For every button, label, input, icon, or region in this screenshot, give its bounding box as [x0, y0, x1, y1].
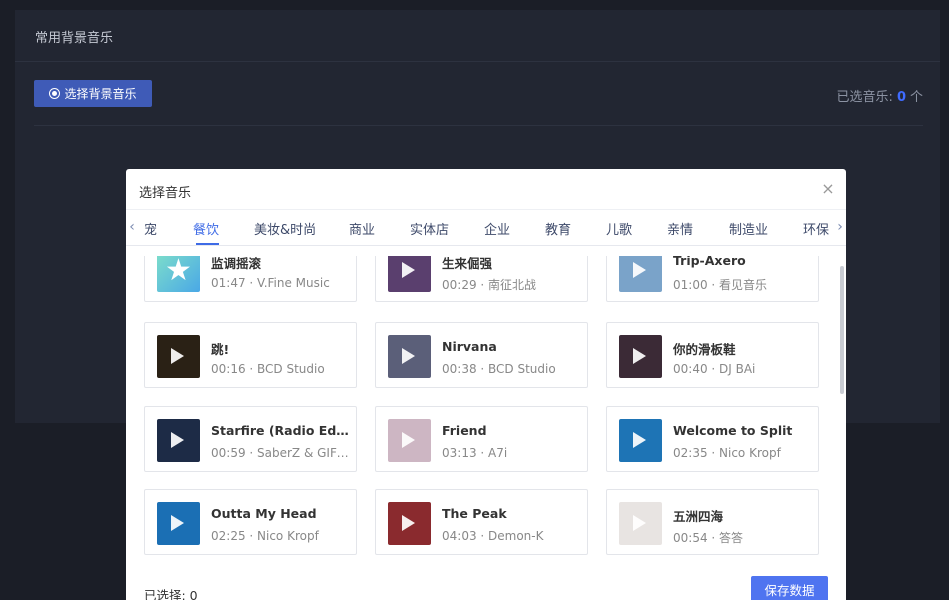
- tab-category[interactable]: 实体店: [410, 219, 449, 238]
- tab-category[interactable]: 儿歌: [606, 219, 632, 238]
- dialog-title: 选择音乐: [139, 186, 192, 201]
- music-title: 你的滑板鞋: [673, 342, 736, 357]
- music-title: 五洲四海: [673, 509, 724, 524]
- selected-music-number: 0: [896, 90, 906, 105]
- music-card[interactable]: The Peak 04:03 · Demon-K: [375, 489, 588, 555]
- tab-category[interactable]: 企业: [484, 219, 510, 238]
- album-cover[interactable]: [157, 502, 200, 545]
- tab-category-active[interactable]: 餐饮: [193, 219, 219, 238]
- selected-music-label: 已选音乐:: [836, 90, 893, 105]
- music-card[interactable]: 五洲四海 00:54 · 答答: [606, 489, 819, 555]
- divider: [34, 125, 923, 126]
- music-card[interactable]: Starfire (Radio Edit)... 00:59 · SaberZ &…: [144, 406, 357, 472]
- album-cover[interactable]: [388, 502, 431, 545]
- category-tabs: ‹ 宠 餐饮 美妆&时尚 商业 实体店 企业 教育 儿歌 亲情 制造业 环保 ›: [126, 209, 846, 246]
- select-music-dialog: 选择音乐 × ‹ 宠 餐饮 美妆&时尚 商业 实体店 企业 教育 儿歌 亲情 制…: [126, 169, 846, 600]
- music-meta: 00:16 · BCD Studio: [211, 362, 325, 376]
- save-button[interactable]: 保存数据: [751, 576, 828, 600]
- album-cover[interactable]: [157, 335, 200, 378]
- music-card[interactable]: Trip-Axero 01:00 · 看见音乐: [606, 256, 819, 302]
- music-meta: 02:35 · Nico Kropf: [673, 446, 781, 460]
- selected-music-unit: 个: [909, 90, 923, 105]
- music-card[interactable]: ★ 监调摇滚 01:47 · V.Fine Music: [144, 256, 357, 302]
- close-icon[interactable]: ×: [820, 181, 836, 197]
- play-icon[interactable]: [633, 262, 646, 278]
- album-cover[interactable]: ★: [157, 256, 200, 292]
- music-title: 跳!: [211, 342, 230, 357]
- select-background-music-label: 选择背景音乐: [64, 87, 137, 101]
- music-title: The Peak: [442, 506, 507, 521]
- scrollbar[interactable]: [840, 266, 844, 394]
- album-cover[interactable]: [619, 335, 662, 378]
- star-logo-icon[interactable]: ★: [157, 256, 200, 292]
- play-icon[interactable]: [171, 515, 184, 531]
- music-meta: 00:29 · 南征北战: [442, 278, 537, 292]
- play-icon[interactable]: [402, 348, 415, 364]
- music-card[interactable]: 跳! 00:16 · BCD Studio: [144, 322, 357, 388]
- select-background-music-button[interactable]: 选择背景音乐: [34, 80, 152, 107]
- music-card[interactable]: Friend 03:13 · A7i: [375, 406, 588, 472]
- album-cover[interactable]: [157, 419, 200, 462]
- music-title: Outta My Head: [211, 506, 317, 521]
- music-title: Nirvana: [442, 339, 497, 354]
- music-title: 监调摇滚: [211, 256, 262, 271]
- music-meta: 01:47 · V.Fine Music: [211, 276, 330, 290]
- tab-category[interactable]: 教育: [545, 219, 571, 238]
- music-card[interactable]: 生来倔强 00:29 · 南征北战: [375, 256, 588, 302]
- tab-category[interactable]: 亲情: [667, 219, 693, 238]
- play-icon[interactable]: [171, 432, 184, 448]
- music-meta: 04:03 · Demon-K: [442, 529, 544, 543]
- music-title: Welcome to Split: [673, 423, 793, 438]
- active-tab-indicator: [196, 243, 219, 245]
- chevron-right-icon[interactable]: ›: [834, 219, 846, 235]
- tab-category[interactable]: 美妆&时尚: [254, 219, 316, 238]
- music-card[interactable]: Outta My Head 02:25 · Nico Kropf: [144, 489, 357, 555]
- album-cover[interactable]: [619, 502, 662, 545]
- music-title: Starfire (Radio Edit)...: [211, 423, 351, 438]
- tab-category[interactable]: 商业: [349, 219, 375, 238]
- music-meta: 01:00 · 看见音乐: [673, 278, 768, 292]
- play-icon[interactable]: [633, 515, 646, 531]
- footer-selected-count: 已选择: 0: [144, 588, 198, 600]
- play-icon[interactable]: [402, 262, 415, 278]
- music-meta: 03:13 · A7i: [442, 446, 508, 460]
- selected-music-count: 已选音乐: 0 个: [837, 86, 923, 105]
- music-meta: 02:25 · Nico Kropf: [211, 529, 319, 543]
- music-card[interactable]: Nirvana 00:38 · BCD Studio: [375, 322, 588, 388]
- music-meta: 00:38 · BCD Studio: [442, 362, 556, 376]
- music-title: Trip-Axero: [673, 256, 746, 268]
- play-icon[interactable]: [402, 515, 415, 531]
- play-icon[interactable]: [402, 432, 415, 448]
- album-cover[interactable]: [388, 419, 431, 462]
- music-card[interactable]: 你的滑板鞋 00:40 · DJ BAi: [606, 322, 819, 388]
- album-cover[interactable]: [388, 335, 431, 378]
- panel-title: 常用背景音乐: [35, 31, 114, 46]
- music-title: 生来倔强: [442, 256, 493, 271]
- music-card[interactable]: Welcome to Split 02:35 · Nico Kropf: [606, 406, 819, 472]
- tab-category[interactable]: 制造业: [729, 219, 768, 238]
- music-meta: 00:54 · 答答: [673, 531, 744, 545]
- target-icon: [49, 88, 61, 99]
- album-cover[interactable]: [619, 419, 662, 462]
- divider: [15, 61, 940, 62]
- tab-category[interactable]: 环保: [803, 219, 829, 238]
- album-cover[interactable]: [388, 256, 431, 292]
- music-grid: ★ 监调摇滚 01:47 · V.Fine Music 生来倔强 00:29 · 南征北…: [126, 256, 846, 556]
- music-meta: 00:59 · SaberZ & GIFT...: [211, 446, 351, 460]
- tab-category[interactable]: 宠: [144, 219, 157, 238]
- play-icon[interactable]: [171, 348, 184, 364]
- music-meta: 00:40 · DJ BAi: [673, 362, 756, 376]
- music-title: Friend: [442, 423, 487, 438]
- play-icon[interactable]: [633, 432, 646, 448]
- play-icon[interactable]: [633, 348, 646, 364]
- album-cover[interactable]: [619, 256, 662, 292]
- chevron-left-icon[interactable]: ‹: [126, 219, 138, 235]
